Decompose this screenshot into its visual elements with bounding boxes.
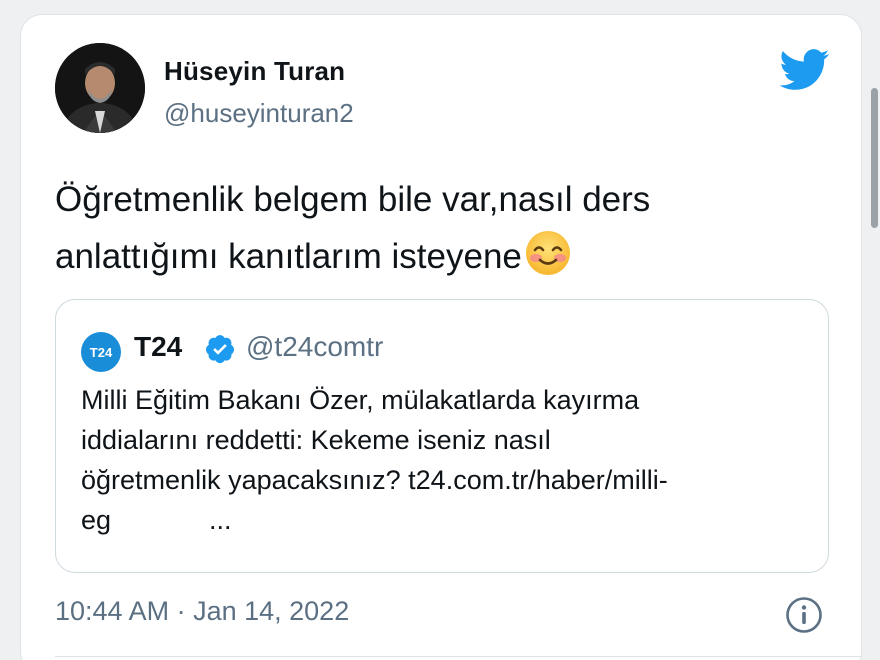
quoted-name[interactable]: T24 <box>134 331 182 363</box>
quoted-text: Milli Eğitim Bakanı Özer, mülakatlarda k… <box>81 380 811 540</box>
tweet-card[interactable]: Hüseyin Turan @huseyinturan2 Öğretmenlik… <box>20 14 862 660</box>
quoted-text-ellipsis: ... <box>209 505 232 535</box>
divider <box>55 656 861 657</box>
author-handle[interactable]: @huseyinturan2 <box>164 98 354 129</box>
quoted-text-line[interactable]: öğretmenlik yapacaksınız? t24.com.tr/hab… <box>81 460 811 500</box>
quoted-handle[interactable]: @t24comtr <box>246 331 383 363</box>
verified-badge-icon <box>206 335 234 364</box>
author-avatar[interactable] <box>55 43 145 133</box>
quoted-tweet[interactable]: T24 T24 @t24comtr Milli Eğitim Bakanı Öz… <box>55 299 829 573</box>
screenshot-page: Hüseyin Turan @huseyinturan2 Öğretmenlik… <box>0 0 880 660</box>
smiling-face-emoji-icon <box>525 231 570 275</box>
quoted-avatar[interactable]: T24 <box>81 332 121 372</box>
scrollbar[interactable] <box>871 88 878 228</box>
tweet-text: Öğretmenlik belgem bile var,nasıl ders a… <box>55 171 755 285</box>
info-icon[interactable] <box>785 596 823 634</box>
tweet-timestamp[interactable]: 10:44 AM · Jan 14, 2022 <box>55 596 349 627</box>
quoted-text-fragment: eg <box>81 505 112 535</box>
quoted-text-line: iddialarını reddetti: Kekeme iseniz nası… <box>81 425 551 455</box>
quoted-text-line: eg... <box>81 500 811 540</box>
twitter-bird-icon[interactable] <box>780 49 830 91</box>
author-photo <box>55 43 145 133</box>
quoted-text-line: Milli Eğitim Bakanı Özer, mülakatlarda k… <box>81 385 640 415</box>
author-name[interactable]: Hüseyin Turan <box>164 56 345 87</box>
